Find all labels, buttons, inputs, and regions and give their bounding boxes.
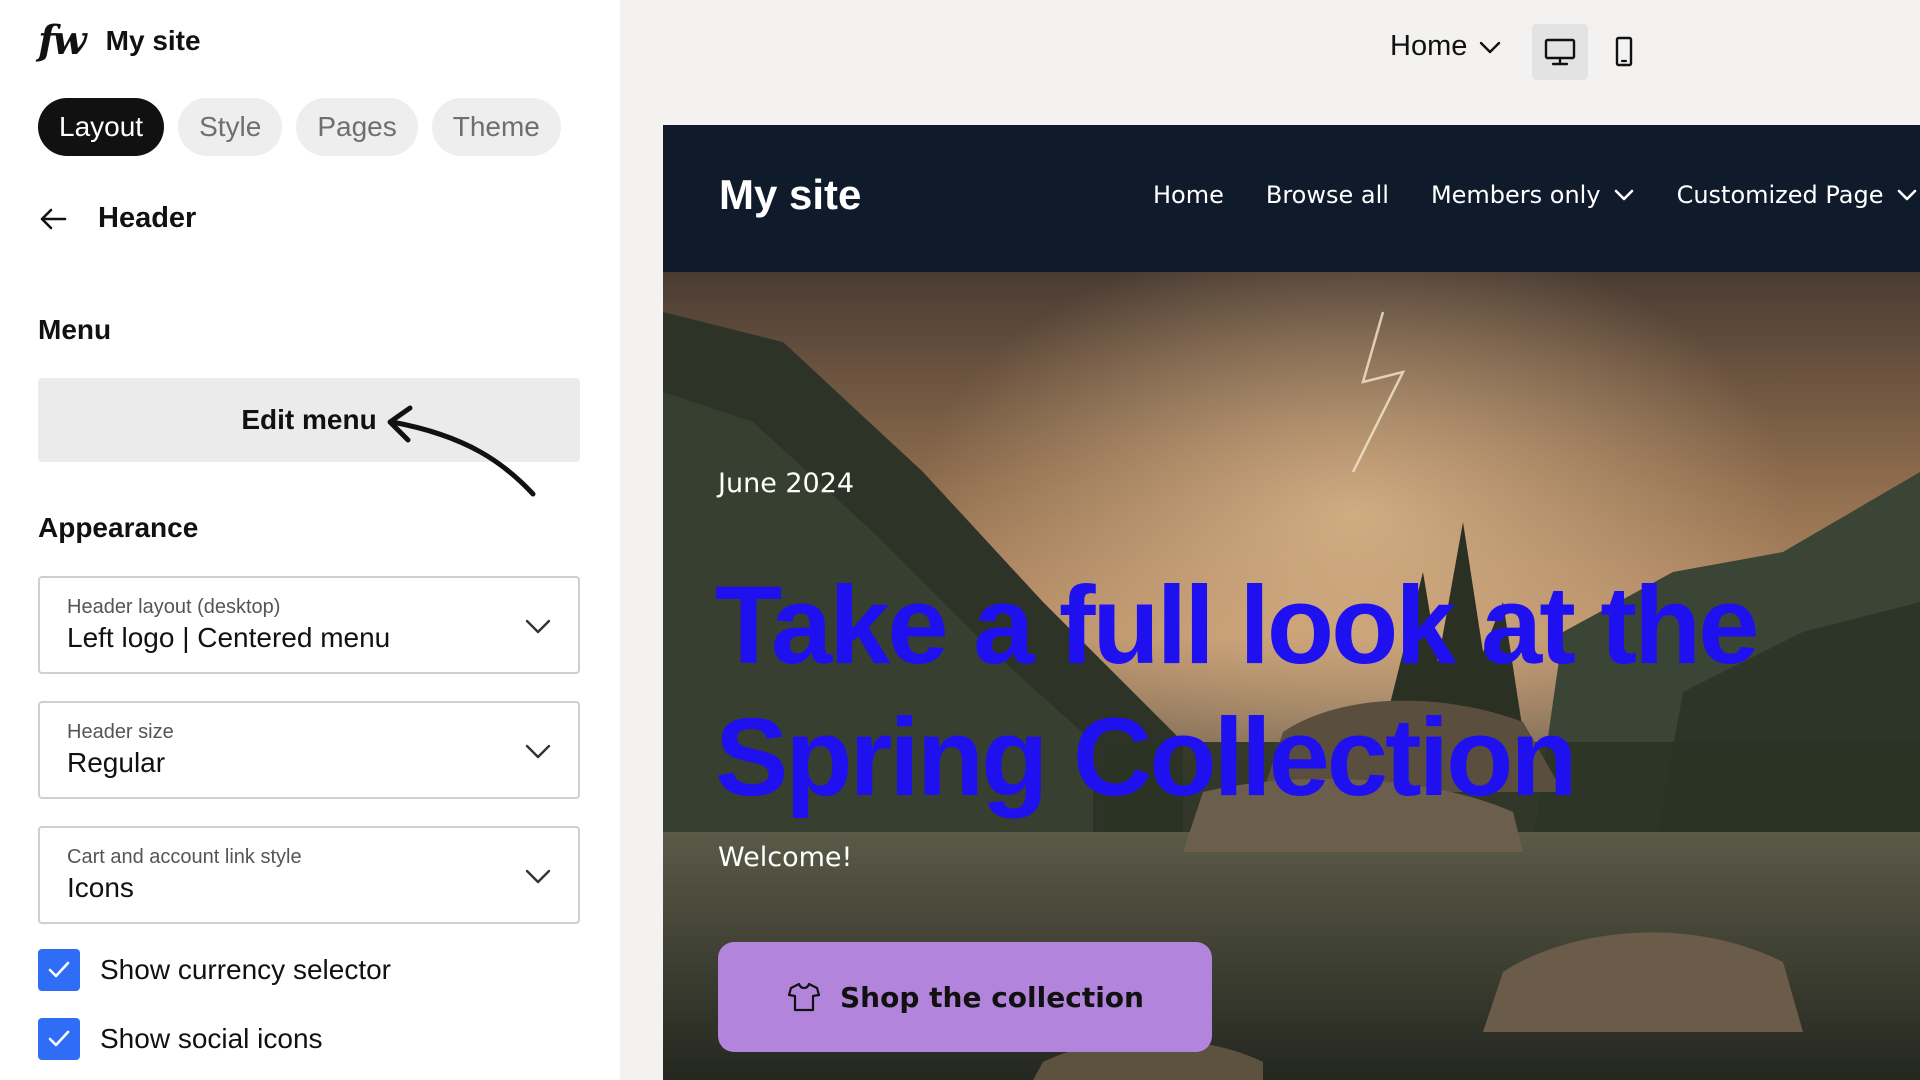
checkmark-icon — [48, 1030, 70, 1047]
brand: fw My site — [38, 18, 201, 64]
chevron-down-icon — [525, 744, 551, 759]
appearance-section-title: Appearance — [38, 512, 199, 543]
page-selector-value: Home — [1390, 30, 1468, 62]
nav-label: Customized Page — [1676, 181, 1884, 209]
desktop-icon — [1544, 38, 1576, 66]
page-selector[interactable]: Home — [1390, 30, 1503, 63]
app-logo[interactable]: fw — [38, 18, 87, 64]
select-value: Left logo | Centered menu — [67, 622, 391, 653]
hero-subtitle: Welcome! — [718, 842, 853, 873]
editor-panel: fw My site Layout Style Pages Theme Head… — [0, 0, 620, 1080]
checkmark-icon — [48, 961, 70, 978]
show-currency-checkbox-row[interactable]: Show currency selector — [38, 949, 391, 991]
shop-collection-button[interactable]: Shop the collection — [718, 942, 1212, 1052]
cta-label: Shop the collection — [840, 980, 1144, 1014]
hero-date: June 2024 — [718, 468, 855, 499]
chevron-down-icon — [1897, 189, 1916, 201]
select-label: Cart and account link style — [67, 846, 302, 868]
nav-item-home[interactable]: Home — [1153, 181, 1224, 209]
mobile-view-button[interactable] — [1596, 24, 1652, 80]
nav-label: Home — [1153, 181, 1224, 209]
site-nav: Home Browse all Members only Customized … — [1153, 181, 1918, 209]
site-logo[interactable]: My site — [719, 171, 861, 219]
annotation-arrow-icon — [387, 405, 536, 497]
hero-title: Take a full look at the Spring Collectio… — [715, 564, 1759, 819]
arrow-left-icon — [40, 208, 67, 229]
chevron-down-icon — [525, 619, 551, 634]
checkbox-label: Show social icons — [100, 1023, 323, 1054]
select-label: Header layout (desktop) — [67, 596, 281, 618]
mobile-icon — [1615, 36, 1633, 67]
nav-label: Browse all — [1265, 181, 1389, 209]
nav-item-browse-all[interactable]: Browse all — [1266, 181, 1389, 209]
checkbox-label: Show currency selector — [100, 954, 392, 985]
desktop-view-button[interactable] — [1532, 24, 1588, 80]
preview-toolbar: Home — [620, 0, 1920, 104]
site-preview: My site Home Browse all Members only Cus… — [663, 125, 1920, 1080]
hero-section: June 2024 Take a full look at the Spring… — [663, 272, 1920, 1080]
back-button[interactable]: Header — [38, 202, 196, 235]
site-header: My site Home Browse all Members only Cus… — [663, 125, 1920, 272]
menu-section-title: Menu — [38, 314, 112, 345]
tab-pages[interactable]: Pages — [296, 98, 418, 156]
chevron-down-icon — [1480, 41, 1501, 53]
show-social-checkbox-row[interactable]: Show social icons — [38, 1018, 323, 1060]
panel-title: Header — [98, 202, 197, 234]
nav-item-members-only[interactable]: Members only — [1431, 181, 1635, 209]
site-name: My site — [105, 25, 201, 56]
show-currency-checkbox[interactable] — [38, 949, 80, 991]
tab-theme[interactable]: Theme — [431, 98, 561, 156]
nav-item-customized-page[interactable]: Customized Page — [1677, 181, 1918, 209]
tab-style[interactable]: Style — [178, 98, 283, 156]
editor-tabs: Layout Style Pages Theme — [38, 98, 561, 156]
select-label: Header size — [67, 721, 174, 743]
tab-layout[interactable]: Layout — [38, 98, 165, 156]
select-value: Regular — [67, 747, 166, 778]
cart-link-style-select[interactable]: Cart and account link style Icons — [38, 826, 580, 924]
header-layout-select[interactable]: Header layout (desktop) Left logo | Cent… — [38, 576, 580, 674]
tshirt-icon — [787, 982, 821, 1012]
nav-label: Members only — [1430, 181, 1601, 209]
select-value: Icons — [67, 872, 134, 903]
chevron-down-icon — [525, 869, 551, 884]
show-social-checkbox[interactable] — [38, 1018, 80, 1060]
header-size-select[interactable]: Header size Regular — [38, 701, 580, 799]
chevron-down-icon — [1614, 189, 1633, 201]
